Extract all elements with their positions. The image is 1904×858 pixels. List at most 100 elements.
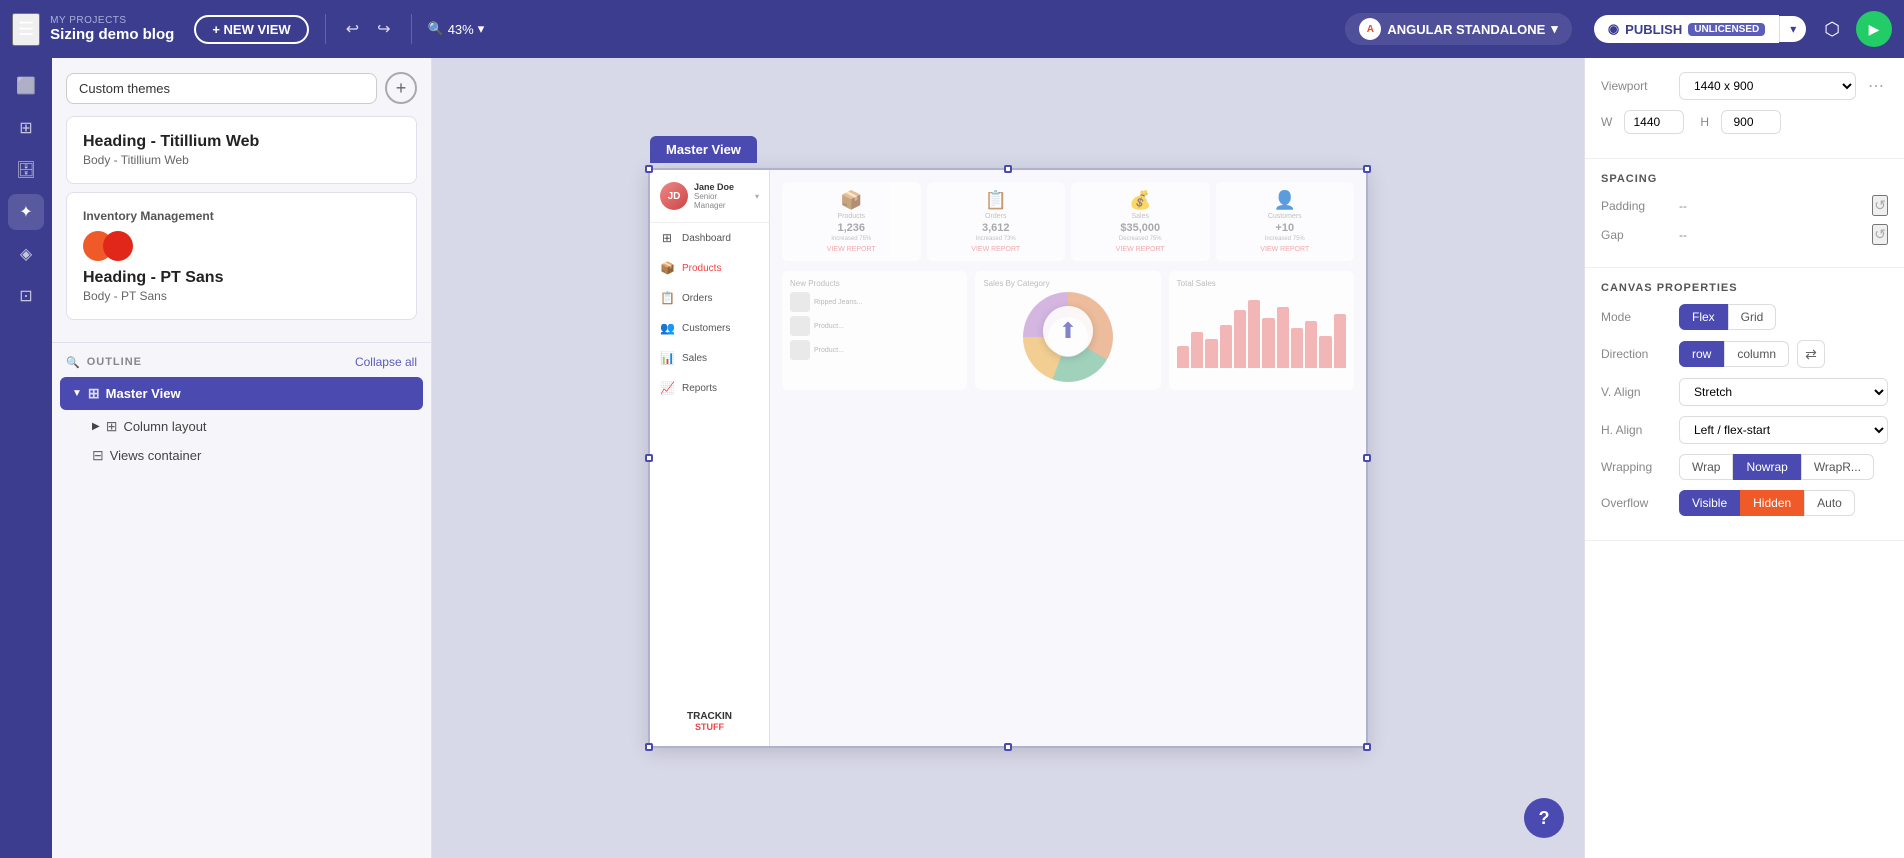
- upload-icon: ⬆: [1043, 306, 1093, 356]
- collapse-all-button[interactable]: Collapse all: [355, 355, 417, 369]
- zoom-chevron-icon: ▾: [478, 21, 485, 37]
- dash-nav-customers[interactable]: 👥 Customers: [650, 313, 769, 343]
- valign-select[interactable]: Stretch: [1679, 378, 1888, 406]
- gap-label: Gap: [1601, 228, 1671, 242]
- bar-6: [1248, 300, 1260, 368]
- views-container-label: Views container: [110, 448, 202, 463]
- theme-card-title: Inventory Management: [83, 209, 400, 223]
- dash-nav-reports[interactable]: 📈 Reports: [650, 373, 769, 403]
- play-button[interactable]: ▶: [1856, 11, 1892, 47]
- handle-bm[interactable]: [1004, 743, 1012, 751]
- viewport-select[interactable]: 1440 x 900: [1679, 72, 1856, 100]
- outline-item-master-view[interactable]: ▼ ⊞ Master View: [60, 377, 423, 410]
- sidebar-theme-icon[interactable]: ✦: [8, 194, 44, 230]
- sidebar-more-icon[interactable]: ⊡: [8, 278, 44, 314]
- direction-swap-button[interactable]: ⇄: [1797, 340, 1825, 368]
- project-info: MY PROJECTS Sizing demo blog: [50, 15, 174, 43]
- dash-nav-orders[interactable]: 📋 Orders: [650, 283, 769, 313]
- dash-nav-sales[interactable]: 📊 Sales: [650, 343, 769, 373]
- theme-card-body: Body - Titillium Web: [83, 153, 400, 167]
- customers-icon: 👥: [660, 321, 674, 335]
- hidden-button[interactable]: Hidden: [1740, 490, 1804, 516]
- handle-br[interactable]: [1363, 743, 1371, 751]
- handle-bl[interactable]: [645, 743, 653, 751]
- new-view-button[interactable]: + NEW VIEW: [194, 15, 308, 44]
- sales-stat-icon: 💰: [1129, 190, 1151, 211]
- theme-circles: [83, 231, 400, 261]
- undo-button[interactable]: ↩: [342, 15, 363, 43]
- nowrap-button[interactable]: Nowrap: [1733, 454, 1800, 480]
- new-products-card: New Products Ripped Jeans... Product...: [782, 271, 967, 390]
- stat-products: 📦 Products 1,236 Increased 75% VIEW REPO…: [782, 182, 921, 261]
- wraprev-button[interactable]: WrapR...: [1801, 454, 1874, 480]
- visible-button[interactable]: Visible: [1679, 490, 1740, 516]
- padding-reset-button[interactable]: ↺: [1872, 195, 1888, 216]
- gap-reset-button[interactable]: ↺: [1872, 224, 1888, 245]
- sidebar-plugin-icon[interactable]: ◈: [8, 236, 44, 272]
- sidebar-pages-icon[interactable]: ⬜: [8, 68, 44, 104]
- publish-area: ◉ PUBLISH UNLICENSED ▾: [1594, 15, 1806, 43]
- dash-brand: TRACKIN STUFF: [650, 697, 769, 746]
- sales-by-category-card: Sales By Category ⬆: [975, 271, 1160, 390]
- main-layout: ⬜ ⊞ 🗄 ✦ ◈ ⊡ Custom themes + Heading - Ti…: [0, 58, 1904, 858]
- handle-ml[interactable]: [645, 454, 653, 462]
- customers-label: Customers: [682, 323, 730, 334]
- bar-2: [1191, 332, 1203, 368]
- theme-dropdown-row: Custom themes +: [66, 72, 417, 104]
- grid-button[interactable]: Grid: [1728, 304, 1777, 330]
- halign-select[interactable]: Left / flex-start: [1679, 416, 1888, 444]
- canvas-area[interactable]: Master View JD Jane Doe Senior Manager ▾: [432, 58, 1584, 858]
- column-button[interactable]: column: [1724, 341, 1789, 367]
- dash-nav-products[interactable]: 📦 Products: [650, 253, 769, 283]
- dash-brand-sub: STUFF: [695, 722, 724, 732]
- sales-stat-value: $35,000: [1120, 222, 1160, 234]
- menu-icon[interactable]: ☰: [12, 13, 40, 46]
- expand-chevron-icon: ▼: [72, 388, 82, 399]
- sales-stat-link: VIEW REPORT: [1116, 246, 1165, 253]
- dash-sidebar: JD Jane Doe Senior Manager ▾ ⊞ Dashboard…: [650, 170, 770, 746]
- theme-card-titillium[interactable]: Heading - Titillium Web Body - Titillium…: [66, 116, 417, 184]
- outline-item-views-container[interactable]: ⊟ Views container: [60, 441, 423, 470]
- outline-title-text: OUTLINE: [87, 356, 142, 368]
- views-container-icon: ⊟: [92, 447, 104, 464]
- wrap-button[interactable]: Wrap: [1679, 454, 1733, 480]
- wrapping-row: Wrapping Wrap Nowrap WrapR...: [1601, 454, 1888, 480]
- zoom-button[interactable]: 🔍 43% ▾: [428, 21, 485, 37]
- theme-section: Custom themes + Heading - Titillium Web …: [52, 58, 431, 343]
- sidebar-components-icon[interactable]: ⊞: [8, 110, 44, 146]
- redo-button[interactable]: ↪: [373, 15, 394, 43]
- handle-tl[interactable]: [645, 165, 653, 173]
- help-button[interactable]: ?: [1524, 798, 1564, 838]
- circle-red: [103, 231, 133, 261]
- viewport-label: Viewport: [1601, 79, 1671, 93]
- sidebar-data-icon[interactable]: 🗄: [8, 152, 44, 188]
- handle-tm[interactable]: [1004, 165, 1012, 173]
- row-button[interactable]: row: [1679, 341, 1724, 367]
- viewport-section: Viewport 1440 x 900 ⋯ W H: [1585, 58, 1904, 159]
- publish-dropdown-button[interactable]: ▾: [1779, 16, 1806, 42]
- chevron-icon: ▾: [755, 192, 759, 201]
- bar-5: [1234, 310, 1246, 368]
- handle-tr[interactable]: [1363, 165, 1371, 173]
- outline-item-column-layout[interactable]: ▶ ⊞ Column layout: [60, 412, 423, 441]
- h-label: H: [1700, 115, 1709, 129]
- canvas-properties-section: CANVAS PROPERTIES Mode Flex Grid Directi…: [1585, 268, 1904, 541]
- theme-card-ptsans[interactable]: Inventory Management Heading - PT Sans B…: [66, 192, 417, 320]
- theme-dropdown[interactable]: Custom themes: [66, 73, 377, 104]
- zoom-level: 43%: [448, 22, 474, 37]
- height-input[interactable]: [1721, 110, 1781, 134]
- dash-nav-dashboard[interactable]: ⊞ Dashboard: [650, 223, 769, 253]
- outline-tree: ▼ ⊞ Master View ▶ ⊞ Column layout ⊟ View…: [52, 377, 431, 470]
- viewport-more-button[interactable]: ⋯: [1864, 76, 1888, 96]
- products-icon: 📦: [660, 261, 674, 275]
- add-theme-button[interactable]: +: [385, 72, 417, 104]
- framework-selector[interactable]: A ANGULAR STANDALONE ▾: [1345, 13, 1571, 45]
- publish-button[interactable]: ◉ PUBLISH UNLICENSED: [1594, 15, 1779, 43]
- auto-button[interactable]: Auto: [1804, 490, 1855, 516]
- share-button[interactable]: ⬡: [1824, 19, 1840, 40]
- width-input[interactable]: [1624, 110, 1684, 134]
- master-view-icon: ⊞: [88, 385, 100, 402]
- handle-mr[interactable]: [1363, 454, 1371, 462]
- flex-button[interactable]: Flex: [1679, 304, 1728, 330]
- theme-card-heading: Heading - Titillium Web: [83, 133, 400, 151]
